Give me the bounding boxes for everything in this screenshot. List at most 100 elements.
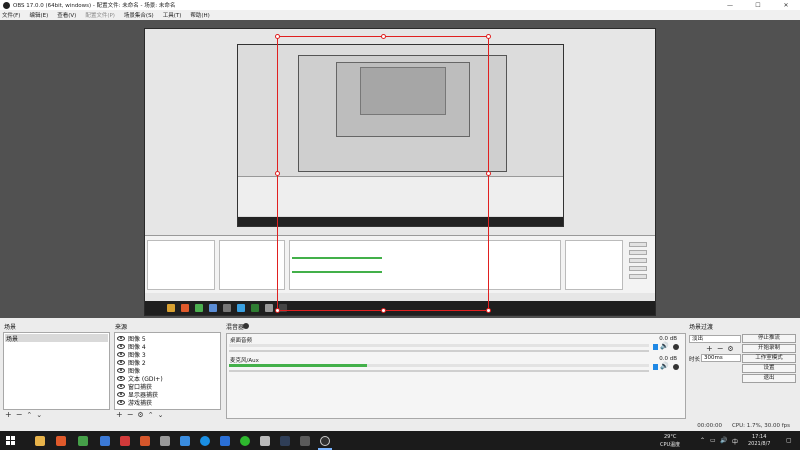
duration-input[interactable]: 300ms — [701, 354, 741, 362]
resize-handle[interactable] — [486, 171, 491, 176]
move-up-icon[interactable]: ⌃ — [26, 411, 32, 419]
app-icon[interactable] — [56, 436, 66, 446]
cpu-fps: CPU: 1.7%, 30.00 fps — [731, 422, 790, 429]
transition-select[interactable]: 淡出 — [689, 335, 741, 343]
windows-start-icon[interactable] — [6, 436, 15, 445]
resize-handle[interactable] — [381, 308, 386, 313]
menu-help[interactable]: 帮助(H) — [190, 11, 209, 19]
clock-date[interactable]: 2021/8/7 — [748, 441, 770, 447]
visibility-eye-icon[interactable] — [117, 351, 125, 357]
windows-taskbar: 29°C CPU温度 ⌃ ▭ 🔊 中 17:14 2021/8/7 ▢ — [0, 431, 800, 450]
minimize-button[interactable]: — — [716, 0, 744, 10]
source-properties-gear-icon[interactable]: ⚙ — [137, 411, 143, 419]
app-icon[interactable] — [100, 436, 110, 446]
app-icon[interactable] — [140, 436, 150, 446]
app-icon[interactable] — [120, 436, 130, 446]
volume-tray-icon[interactable]: 🔊 — [720, 437, 727, 444]
resize-handle[interactable] — [275, 34, 280, 39]
channel-settings-gear-icon[interactable] — [673, 344, 679, 350]
source-selection-box[interactable] — [277, 36, 489, 311]
menu-profile[interactable]: 配置文件(P) — [85, 11, 115, 19]
transition-gear-icon[interactable]: ⚙ — [727, 345, 733, 353]
wechat-icon[interactable] — [240, 436, 250, 446]
visibility-eye-icon[interactable] — [117, 399, 125, 405]
add-transition-icon[interactable]: + — [706, 345, 713, 353]
add-source-icon[interactable]: + — [116, 411, 123, 419]
window-title: OBS 17.0.0 (64bit, windows) - 配置文件: 未命名 … — [13, 3, 176, 9]
channel-settings-gear-icon[interactable] — [673, 364, 679, 370]
visibility-eye-icon[interactable] — [117, 343, 125, 349]
studio-mode-button[interactable]: 工作室模式 — [742, 354, 796, 363]
clock-time[interactable]: 17:14 — [752, 434, 766, 440]
volume-fader-handle[interactable] — [653, 364, 658, 370]
steam-icon[interactable] — [280, 436, 290, 446]
source-item[interactable]: 游戏捕获 — [117, 398, 152, 407]
mixer-dock-title: 混音器 — [226, 324, 245, 331]
settings-button[interactable]: 设置 — [742, 364, 796, 373]
resize-handle[interactable] — [486, 34, 491, 39]
audio-mixer: 桌面音频 0.0 dB 🔊 麦克风/Aux 0.0 dB 🔊 — [226, 333, 686, 419]
close-button[interactable]: ✕ — [772, 0, 800, 10]
stop-streaming-button[interactable]: 停止推流 — [742, 334, 796, 343]
audio-meter — [229, 344, 649, 347]
volume-slider[interactable] — [229, 350, 649, 352]
obs-taskbar-icon[interactable] — [320, 436, 330, 446]
scene-item[interactable]: 场景 — [6, 334, 18, 343]
remove-source-icon[interactable]: − — [127, 411, 134, 419]
visibility-eye-icon[interactable] — [117, 391, 125, 397]
sources-dock-title: 来源 — [115, 324, 128, 331]
visibility-eye-icon[interactable] — [117, 359, 125, 365]
volume-fader-handle[interactable] — [653, 344, 658, 350]
app-icon[interactable] — [180, 436, 190, 446]
app-icon[interactable] — [78, 436, 88, 446]
captured-app-icon — [209, 304, 217, 312]
transition-toolbar: + − ⚙ — [706, 345, 738, 354]
scene-item-selected — [5, 334, 108, 342]
start-recording-button[interactable]: 开始录制 — [742, 344, 796, 353]
network-icon[interactable]: ▭ — [710, 437, 716, 444]
edge-browser-icon[interactable] — [200, 436, 210, 446]
visibility-eye-icon[interactable] — [117, 367, 125, 373]
speaker-icon[interactable]: 🔊 — [660, 342, 669, 350]
weather-temperature[interactable]: 29°C — [664, 434, 676, 440]
obs-window: OBS 17.0.0 (64bit, windows) - 配置文件: 未命名 … — [0, 0, 800, 450]
remove-transition-icon[interactable]: − — [717, 345, 724, 353]
app-icon[interactable] — [220, 436, 230, 446]
exit-button[interactable]: 退出 — [742, 374, 796, 383]
resize-handle[interactable] — [381, 34, 386, 39]
menu-view[interactable]: 查看(V) — [57, 11, 76, 19]
notification-icon[interactable]: ▢ — [786, 437, 792, 444]
move-up-icon[interactable]: ⌃ — [148, 411, 154, 419]
sources-list[interactable]: 图像 5 图像 4 图像 3 图像 2 图像 文本 (GDI+) 窗口捕获 显示… — [114, 332, 221, 410]
file-explorer-icon[interactable] — [35, 436, 45, 446]
maximize-button[interactable]: ☐ — [744, 0, 772, 10]
scenes-list[interactable]: 场景 — [3, 332, 110, 410]
resize-handle[interactable] — [486, 308, 491, 313]
move-down-icon[interactable]: ⌄ — [36, 411, 42, 419]
app-icon[interactable] — [160, 436, 170, 446]
tray-chevron-icon[interactable]: ⌃ — [700, 437, 705, 444]
app-icon[interactable] — [300, 436, 310, 446]
volume-slider[interactable] — [229, 370, 649, 372]
add-scene-icon[interactable]: + — [5, 411, 12, 419]
weather-subtitle[interactable]: CPU温度 — [660, 441, 680, 448]
menu-scene-collection[interactable]: 场景集合(S) — [124, 11, 154, 19]
visibility-eye-icon[interactable] — [117, 383, 125, 389]
app-icon[interactable] — [260, 436, 270, 446]
dock-area: 场景 场景 + − ⌃ ⌄ 来源 图像 5 图像 4 图像 3 图像 2 图像 … — [0, 318, 800, 420]
mixer-channel-label: 桌面音频 — [230, 338, 253, 344]
mixer-channel-label: 麦克风/Aux — [230, 358, 259, 364]
input-language[interactable]: 中 — [732, 437, 738, 446]
menu-file[interactable]: 文件(F) — [2, 11, 20, 19]
mixer-settings-gear-icon[interactable] — [243, 323, 249, 329]
resize-handle[interactable] — [275, 171, 280, 176]
remove-scene-icon[interactable]: − — [16, 411, 23, 419]
speaker-icon[interactable]: 🔊 — [660, 362, 669, 370]
resize-handle[interactable] — [275, 308, 280, 313]
menu-tools[interactable]: 工具(T) — [163, 11, 182, 19]
visibility-eye-icon[interactable] — [117, 375, 125, 381]
visibility-eye-icon[interactable] — [117, 335, 125, 341]
title-bar: OBS 17.0.0 (64bit, windows) - 配置文件: 未命名 … — [0, 0, 800, 10]
move-down-icon[interactable]: ⌄ — [158, 411, 164, 419]
menu-edit[interactable]: 编辑(E) — [29, 11, 48, 19]
